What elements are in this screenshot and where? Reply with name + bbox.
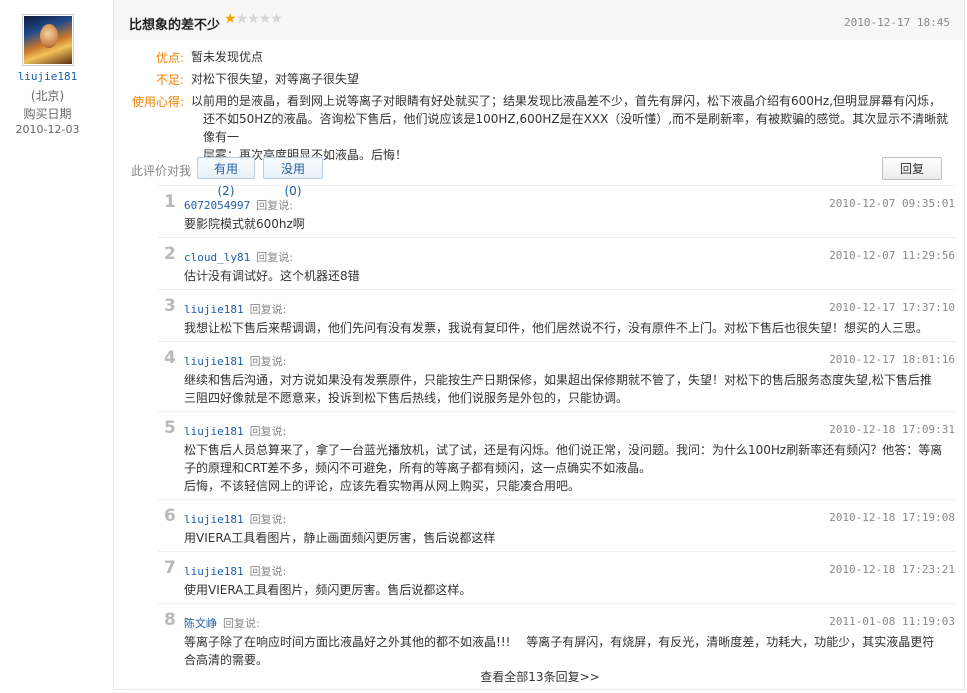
reply-author-name[interactable]: liujie181 [184, 513, 244, 526]
reply-date: 2010-12-07 09:35:01 [829, 197, 955, 210]
reply-said-label: 回复说: [223, 617, 260, 630]
reply-author[interactable]: 陈文峥 回复说: [184, 615, 260, 631]
reply-number: 5 [164, 418, 176, 438]
reply-text-line: 三阻四好像就是不愿意来，投诉到松下售后热线，他们说服务是外包的，只能协调。 [184, 391, 629, 405]
reply-author[interactable]: liujie181 回复说: [184, 423, 286, 439]
experience-label: 使用心得: [131, 95, 184, 109]
star-empty-icon: ★ [270, 11, 283, 27]
reply-text: 要影院模式就600hz啊 [184, 215, 944, 233]
useful-button[interactable]: 有用 (2) [197, 157, 255, 198]
reply-author-name[interactable]: 陈文峥 [184, 617, 217, 630]
reply-text-line: 继续和售后沟通，对方说如果没有发票原件，只能按生产日期保修，如果超出保修期就不管… [184, 373, 932, 387]
reply-date: 2010-12-17 17:37:10 [829, 301, 955, 314]
reply-said-label: 回复说: [249, 565, 287, 578]
reply-text-line: 子的原理和CRT差不多，频闪不可避免，所有的等离子都有频闪，这一点确实不如液晶。 [184, 461, 652, 475]
reply-text-line: 用VIERA工具看图片，静止画面频闪更厉害，售后说都这样 [184, 531, 496, 545]
review-date: 2010-12-17 18:45 [844, 16, 950, 29]
reply-author[interactable]: liujie181 回复说: [184, 563, 286, 579]
reply-number: 7 [164, 558, 176, 578]
reply-item: 2 cloud_ly81 回复说: 2010-12-07 11:29:56 估计没有调试… [159, 237, 955, 289]
reply-text: 用VIERA工具看图片，静止画面频闪更厉害，售后说都这样 [184, 529, 944, 547]
reply-author[interactable]: cloud_ly81 回复说: [184, 249, 293, 265]
reply-author[interactable]: liujie181 回复说: [184, 353, 286, 369]
reply-text: 继续和售后沟通，对方说如果没有发票原件，只能按生产日期保修，如果超出保修期就不管… [184, 371, 944, 407]
reply-date: 2010-12-18 17:23:21 [829, 563, 955, 576]
reply-item: 3 liujie181 回复说: 2010-12-17 17:37:10 我想让松下售后… [159, 289, 955, 341]
useless-button[interactable]: 没用 (0) [263, 157, 323, 198]
review-header: 比想象的差不少 ★★★★★ 2010-12-17 18:45 [114, 0, 964, 40]
reply-author-name[interactable]: liujie181 [184, 355, 244, 368]
reply-author-name[interactable]: liujie181 [184, 303, 244, 316]
reply-number: 6 [164, 506, 176, 526]
reply-author-name[interactable]: liujie181 [184, 425, 244, 438]
reply-date: 2011-01-08 11:19:03 [829, 615, 955, 628]
reply-date: 2010-12-18 17:19:08 [829, 511, 955, 524]
purchase-date-label: 购买日期 [23, 107, 72, 121]
reply-text: 估计没有调试好。这个机器还8错 [184, 267, 944, 285]
reply-text-line: 估计没有调试好。这个机器还8错 [184, 269, 360, 283]
reply-text-line: 等离子除了在响应时间方面比液晶好之外其他的都不如液晶!!! 等离子有屏闪，有烧屏… [184, 635, 935, 649]
reply-text-line: 使用VIERA工具看图片，频闪更厉害。售后说都这样。 [184, 583, 472, 597]
reply-date: 2010-12-18 17:09:31 [829, 423, 955, 436]
reply-date: 2010-12-17 18:01:16 [829, 353, 955, 366]
pros-label: 优点: [155, 51, 184, 65]
reply-number: 8 [164, 610, 176, 630]
reply-text-line: 后悔，不该轻信网上的评论，应该先看实物再从网上购买，只能凑合用吧。 [184, 479, 581, 493]
reply-said-label: 回复说: [256, 251, 293, 264]
review-panel: 比想象的差不少 ★★★★★ 2010-12-17 18:45 优点: 暂未发现优… [113, 0, 965, 690]
reply-number: 2 [164, 244, 176, 264]
reply-text-line: 要影院模式就600hz啊 [184, 217, 305, 231]
reply-author[interactable]: liujie181 回复说: [184, 511, 286, 527]
reply-author-name[interactable]: cloud_ly81 [184, 251, 250, 264]
avatar[interactable] [22, 14, 74, 66]
reply-number: 4 [164, 348, 176, 368]
review-title: 比想象的差不少 [129, 18, 221, 33]
reply-text: 松下售后人员总算来了，拿了一台蓝光播放机，试了试，还是有闪烁。他们说正常，没问题… [184, 441, 944, 495]
cons-text: 对松下很失望，对等离子很失望 [191, 72, 360, 86]
reply-button[interactable]: 回复 [882, 157, 942, 180]
reply-said-label: 回复说: [249, 425, 287, 438]
cons-label: 不足: [155, 73, 184, 87]
reply-list: 1 6072054997 回复说: 2010-12-07 09:35:01 要影院模式就… [159, 185, 955, 670]
rating-stars: ★★★★★ [224, 11, 283, 27]
reviewer-location: (北京) [30, 89, 65, 103]
reply-number: 1 [164, 192, 176, 212]
reply-number: 3 [164, 296, 176, 316]
experience-text: 以前用的是液晶，看到网上说等离子对眼睛有好处就买了；结果发现比液晶差不少，首先有… [191, 92, 951, 164]
reply-item: 7 liujie181 回复说: 2010-12-18 17:23:21 使用VIERA… [159, 551, 955, 603]
reply-date: 2010-12-07 11:29:56 [829, 249, 955, 262]
reply-author[interactable]: 6072054997 回复说: [184, 197, 293, 213]
reply-text-line: 我想让松下售后来帮调调，他们先问有没有发票，我说有复印件，他们居然说不行，没有原… [184, 321, 929, 335]
experience-line: 以前用的是液晶，看到网上说等离子对眼睛有好处就买了；结果发现比液晶差不少，首先有… [191, 94, 942, 108]
reply-author-name[interactable]: liujie181 [184, 565, 244, 578]
reply-text: 等离子除了在响应时间方面比液晶好之外其他的都不如液晶!!! 等离子有屏闪，有烧屏… [184, 633, 944, 669]
reply-item: 8 陈文峥 回复说: 2011-01-08 11:19:03 等离子除了在响应时间方面比… [159, 603, 955, 670]
purchase-date: 2010-12-03 [15, 123, 80, 136]
pros-text: 暂未发现优点 [191, 50, 264, 64]
star-empty-icon: ★ [258, 11, 272, 27]
vote-label: 此评价对我 [131, 164, 192, 178]
star-filled-icon: ★ [224, 11, 237, 27]
reply-text: 使用VIERA工具看图片，频闪更厉害。售后说都这样。 [184, 581, 944, 599]
star-empty-icon: ★ [247, 11, 260, 27]
view-all-replies-link[interactable]: 查看全部13条回复>> [114, 668, 966, 685]
reply-said-label: 回复说: [249, 355, 287, 368]
reply-item: 6 liujie181 回复说: 2010-12-18 17:19:08 用VIERA工… [159, 499, 955, 551]
reply-item: 4 liujie181 回复说: 2010-12-17 18:01:16 继续和售后沟通… [159, 341, 955, 411]
reply-said-label: 回复说: [256, 199, 293, 212]
reply-item: 5 liujie181 回复说: 2010-12-18 17:09:31 松下售后人员总… [159, 411, 955, 499]
reply-said-label: 回复说: [249, 303, 287, 316]
reply-author-name[interactable]: 6072054997 [184, 199, 250, 212]
reply-author[interactable]: liujie181 回复说: [184, 301, 286, 317]
reviewer-name[interactable]: liujie181 [0, 70, 95, 83]
reply-text-line: 松下售后人员总算来了，拿了一台蓝光播放机，试了试，还是有闪烁。他们说正常，没问题… [184, 443, 943, 457]
star-empty-icon: ★ [235, 11, 249, 27]
reply-text: 我想让松下售后来帮调调，他们先问有没有发票，我说有复印件，他们居然说不行，没有原… [184, 319, 944, 337]
reply-item: 1 6072054997 回复说: 2010-12-07 09:35:01 要影院模式就… [159, 185, 955, 237]
tv-product-image [24, 16, 72, 64]
experience-line: 还不如50HZ的液晶。咨询松下售后，他们说应该是100HZ,600HZ是在XXX… [203, 112, 949, 144]
reply-text-line: 合高清的需要。 [184, 653, 269, 667]
reply-said-label: 回复说: [249, 513, 287, 526]
